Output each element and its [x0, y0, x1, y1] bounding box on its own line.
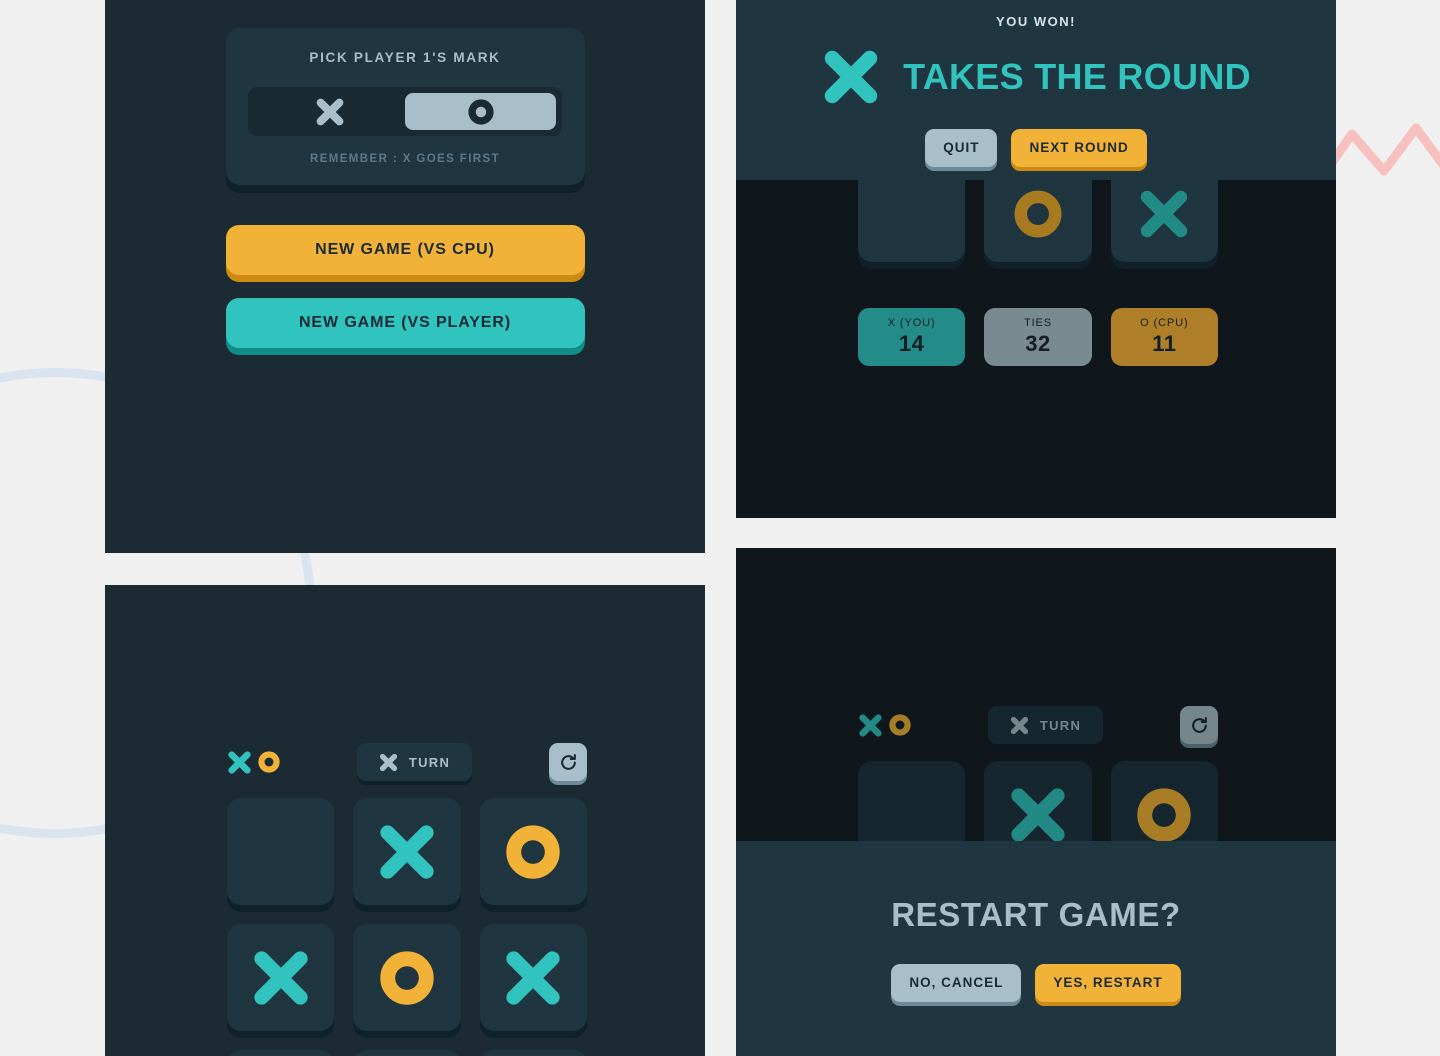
decor-zigzag-icon	[1324, 123, 1440, 179]
mark-toggle-option-o[interactable]	[405, 93, 556, 130]
result-eyebrow: YOU WON!	[996, 13, 1076, 29]
o-icon	[1137, 787, 1192, 842]
restart-button[interactable]	[549, 743, 587, 781]
score-value: 14	[898, 331, 925, 356]
turn-indicator: TURN	[987, 706, 1104, 744]
board-cell[interactable]	[858, 166, 966, 262]
turn-indicator: TURN	[356, 743, 473, 781]
board-cell[interactable]	[1110, 166, 1218, 262]
mark-toggle-option-x[interactable]	[254, 93, 405, 130]
score-label: X (YOU)	[887, 317, 936, 329]
next-round-button[interactable]: NEXT ROUND	[1011, 128, 1147, 167]
xo-logo	[227, 750, 280, 775]
board-cell[interactable]	[479, 924, 587, 1031]
board-cell[interactable]	[227, 798, 335, 905]
round-result-screen-panel: X (YOU) 14 TIES 32 O (CPU) 11 YOU WON! T…	[736, 0, 1336, 518]
x-icon	[228, 750, 251, 774]
restart-icon	[560, 753, 576, 770]
x-icon	[379, 753, 397, 771]
result-headline-row: TAKES THE ROUND	[821, 47, 1251, 107]
turn-label: TURN	[408, 754, 451, 770]
pick-mark-card: PICK PLAYER 1'S MARK REMEMBER : X GOES F…	[225, 28, 585, 185]
scoreboard: X (YOU) 14 TIES 32 O (CPU) 11	[858, 308, 1218, 366]
new-game-vs-cpu-button[interactable]: NEW GAME (VS CPU)	[225, 225, 585, 275]
x-icon	[1141, 190, 1188, 238]
x-icon	[824, 50, 878, 103]
score-value: 32	[1025, 331, 1051, 356]
x-icon	[1011, 787, 1065, 842]
yes-restart-button[interactable]: YES, RESTART	[1035, 963, 1181, 1002]
xo-logo	[858, 713, 911, 738]
quit-button[interactable]: QUIT	[925, 128, 998, 167]
new-game-screen-panel: PICK PLAYER 1'S MARK REMEMBER : X GOES F…	[105, 0, 705, 553]
board-cell[interactable]	[353, 1050, 461, 1056]
x-icon	[380, 824, 434, 879]
board-header: TURN	[227, 743, 587, 781]
o-icon	[467, 98, 494, 125]
x-icon	[316, 98, 343, 125]
restart-modal-actions: NO, CANCEL YES, RESTART	[891, 963, 1181, 1002]
restart-modal-title: RESTART GAME?	[891, 895, 1181, 933]
score-box-o: O (CPU) 11	[1110, 308, 1218, 366]
restart-confirm-modal: RESTART GAME? NO, CANCEL YES, RESTART	[736, 841, 1336, 1056]
o-icon	[380, 950, 434, 1005]
restart-icon	[1191, 716, 1207, 733]
board-cell[interactable]	[984, 166, 1092, 262]
game-board-screen-panel: TURN	[105, 585, 705, 1056]
mark-hint: REMEMBER : X GOES FIRST	[309, 153, 501, 165]
turn-label: TURN	[1039, 717, 1082, 733]
board-cell[interactable]	[353, 798, 461, 905]
round-result-modal: YOU WON! TAKES THE ROUND QUIT NEXT ROUND	[736, 0, 1336, 180]
o-icon	[889, 714, 911, 736]
board-header: TURN	[858, 706, 1218, 744]
result-headline: TAKES THE ROUND	[903, 55, 1251, 97]
board-grid	[227, 798, 587, 1056]
pick-mark-title: PICK PLAYER 1'S MARK	[309, 50, 501, 65]
x-icon	[254, 950, 308, 1005]
score-label: O (CPU)	[1140, 317, 1189, 329]
board-cell[interactable]	[353, 924, 461, 1031]
restart-confirm-screen-panel: TURN RESTART GAME? NO, CANCEL YES, RESTA…	[736, 548, 1336, 1056]
o-icon	[506, 824, 561, 879]
mark-toggle[interactable]	[248, 87, 562, 136]
o-icon	[258, 751, 280, 773]
x-icon	[859, 713, 882, 737]
board-cell[interactable]	[479, 798, 587, 905]
result-modal-actions: QUIT NEXT ROUND	[925, 128, 1147, 167]
score-box-x: X (YOU) 14	[858, 308, 966, 366]
no-cancel-button[interactable]: NO, CANCEL	[891, 963, 1022, 1002]
board-cell[interactable]	[479, 1050, 587, 1056]
x-icon	[1010, 716, 1028, 734]
board-cell[interactable]	[227, 1050, 335, 1056]
o-icon	[1014, 190, 1062, 238]
score-label: TIES	[1023, 317, 1053, 329]
score-box-ties: TIES 32	[984, 308, 1092, 366]
restart-button[interactable]	[1180, 706, 1218, 744]
new-game-vs-player-button[interactable]: NEW GAME (VS PLAYER)	[225, 298, 585, 348]
score-value: 11	[1152, 331, 1177, 356]
result-board-row	[858, 166, 1218, 262]
x-icon	[506, 950, 560, 1005]
board-cell[interactable]	[227, 924, 335, 1031]
